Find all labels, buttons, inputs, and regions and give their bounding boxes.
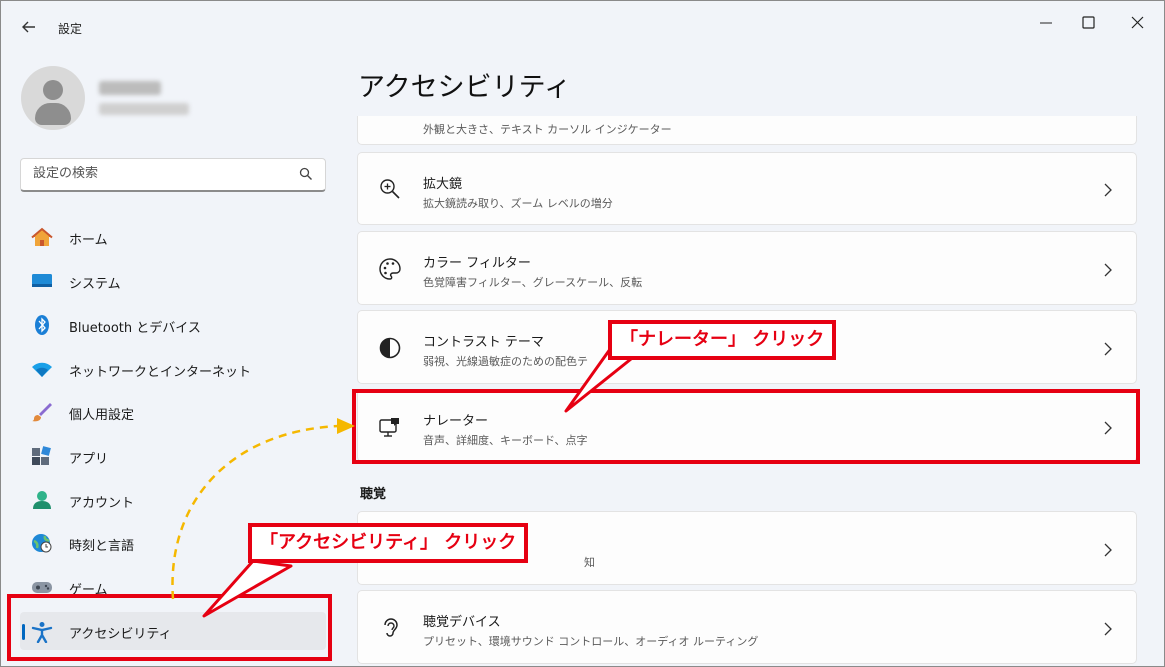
wifi-icon: [31, 359, 52, 379]
chevron-right-icon: [1102, 542, 1114, 557]
narrator-highlight-box: [352, 389, 1140, 464]
sidebar-item-label: 個人用設定: [69, 408, 135, 423]
card-title: 拡大鏡: [423, 177, 463, 192]
card-subtitle: 弱視、光線過敏症のための配色テ: [423, 355, 588, 368]
contrast-icon: [378, 336, 402, 360]
sidebar-item-network[interactable]: ネットワークとインターネット: [20, 350, 326, 388]
sidebar-item-label: アカウント: [69, 496, 135, 511]
narrator-click-callout: 「ナレーター」 クリック: [608, 320, 837, 360]
search-input[interactable]: [33, 166, 293, 181]
card-subtitle: プリセット、環境サウンド コントロール、オーディオ ルーティング: [423, 635, 759, 648]
globe-clock-icon: [31, 533, 52, 553]
card-color-filters[interactable]: カラー フィルター 色覚障害フィルター、グレースケール、反転: [357, 231, 1137, 305]
close-icon[interactable]: [1118, 9, 1158, 37]
sidebar-item-label: ホーム: [69, 233, 108, 248]
hearing-icon: [378, 616, 402, 640]
user-name-blurred: [99, 81, 161, 95]
card-subtitle: 拡大鏡読み取り、ズーム レベルの増分: [423, 197, 613, 210]
search-icon[interactable]: [299, 166, 313, 180]
chevron-right-icon: [1102, 182, 1114, 197]
accessibility-highlight-box: [7, 594, 332, 661]
sidebar-item-accounts[interactable]: アカウント: [20, 481, 326, 519]
sidebar-item-label: ネットワークとインターネット: [69, 365, 252, 380]
page-title: アクセシビリティ: [358, 72, 572, 103]
sidebar-item-label: アプリ: [69, 452, 109, 467]
sidebar-item-label: システム: [69, 277, 121, 292]
title-bar: 設定: [1, 1, 1164, 49]
card-text-size-partial[interactable]: 外観と大きさ、テキスト カーソル インジケーター: [357, 116, 1137, 145]
settings-search[interactable]: [20, 158, 326, 192]
apps-icon: [31, 446, 51, 466]
app-title: 設定: [58, 22, 83, 36]
settings-window: 設定 ホーム システム: [0, 0, 1165, 667]
user-email-blurred: [99, 103, 189, 115]
card-title: カラー フィルター: [423, 256, 531, 271]
palette-icon: [378, 257, 402, 281]
card-subtitle: 外観と大きさ、テキスト カーソル インジケーター: [423, 123, 672, 136]
card-subtitle: 色覚障害フィルター、グレースケール、反転: [423, 276, 643, 289]
card-hearing-devices[interactable]: 聴覚デバイス プリセット、環境サウンド コントロール、オーディオ ルーティング: [357, 590, 1137, 664]
accessibility-click-callout: 「アクセシビリティ」 クリック: [248, 523, 529, 563]
sidebar-item-apps[interactable]: アプリ: [20, 437, 326, 475]
arrow-left-icon[interactable]: [17, 15, 41, 39]
maximize-icon[interactable]: [1069, 9, 1109, 37]
system-icon: [31, 271, 52, 291]
sidebar-item-label: 時刻と言語: [69, 539, 135, 554]
bluetooth-icon: [31, 315, 51, 335]
brush-icon: [31, 402, 52, 422]
card-title: 聴覚デバイス: [423, 615, 501, 630]
card-magnifier[interactable]: 拡大鏡 拡大鏡読み取り、ズーム レベルの増分: [357, 152, 1137, 225]
sidebar-item-home[interactable]: ホーム: [20, 218, 326, 256]
home-icon: [31, 227, 53, 247]
account-icon: [31, 490, 51, 510]
card-subtitle: 知: [584, 556, 595, 569]
sidebar-item-bluetooth[interactable]: Bluetooth とデバイス: [20, 306, 326, 344]
sidebar-item-personalization[interactable]: 個人用設定: [20, 393, 326, 431]
section-heading-hearing: 聴覚: [360, 487, 387, 502]
chevron-right-icon: [1102, 262, 1114, 277]
sidebar-item-label: Bluetooth とデバイス: [69, 321, 201, 336]
sidebar-item-system[interactable]: システム: [20, 262, 326, 300]
magnifier-icon: [378, 177, 402, 201]
chevron-right-icon: [1102, 341, 1114, 356]
avatar[interactable]: [21, 66, 85, 130]
card-title: コントラスト テーマ: [423, 335, 544, 350]
chevron-right-icon: [1102, 621, 1114, 636]
minimize-icon[interactable]: [1026, 9, 1066, 37]
